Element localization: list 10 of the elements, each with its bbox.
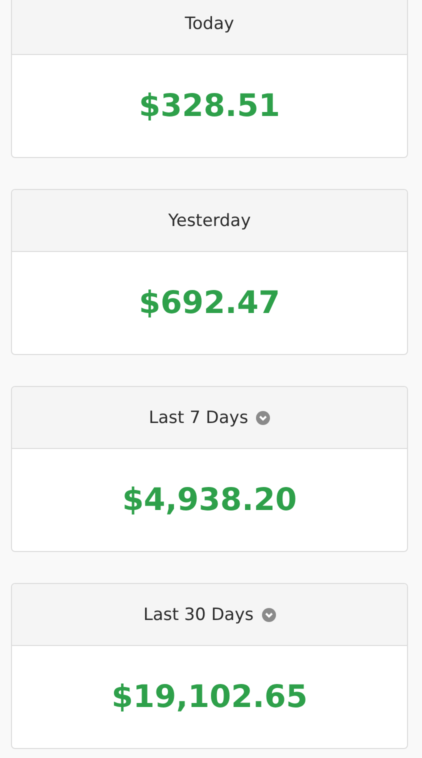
amount-value: $692.47	[138, 285, 280, 321]
amount-value: $4,938.20	[122, 482, 297, 518]
card-title: Yesterday	[168, 210, 251, 230]
amount-value: $328.51	[138, 88, 280, 124]
chevron-down-icon[interactable]	[262, 608, 276, 622]
card-title: Last 30 Days	[143, 604, 254, 624]
card-title: Today	[184, 14, 234, 34]
card-title: Last 7 Days	[148, 408, 248, 428]
amount-value: $19,102.65	[111, 679, 308, 715]
chevron-down-icon[interactable]	[256, 410, 270, 424]
